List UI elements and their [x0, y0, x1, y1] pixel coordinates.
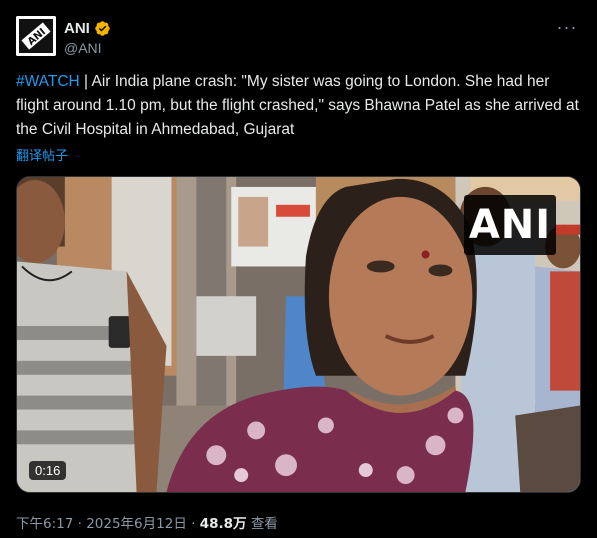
view-count: 48.8万 — [199, 516, 247, 532]
video-player[interactable]: ANI 0:16 — [16, 176, 581, 493]
tweet-text: #WATCH | Air India plane crash: "My sist… — [16, 70, 586, 142]
meta-separator-2: · — [186, 516, 200, 532]
meta-separator: · — [73, 516, 87, 532]
views-label: 查看 — [250, 516, 278, 532]
ani-watermark: ANI — [464, 195, 556, 255]
author-names: ANI @ANI — [64, 18, 111, 56]
tweet: ANI ANI @ANI ··· #WATCH | Air India plan… — [0, 0, 597, 538]
translate-post-link[interactable]: 翻译帖子 — [16, 145, 68, 164]
author-display-name[interactable]: ANI — [64, 20, 90, 37]
avatar[interactable]: ANI — [16, 16, 56, 56]
author-handle[interactable]: @ANI — [64, 40, 111, 56]
verified-badge-icon[interactable] — [94, 20, 111, 37]
tweet-meta: 下午6:17 · 2025年6月12日 · 48.8万 查看 — [16, 512, 278, 532]
tweet-header: ANI ANI @ANI ··· — [16, 14, 581, 58]
post-date[interactable]: 2025年6月12日 — [86, 516, 187, 532]
post-time[interactable]: 下午6:17 — [16, 516, 73, 532]
tweet-body: | Air India plane crash: "My sister was … — [16, 73, 579, 138]
more-options-icon[interactable]: ··· — [555, 18, 579, 40]
video-duration-badge: 0:16 — [29, 461, 67, 480]
ani-logo-icon: ANI — [16, 16, 56, 56]
hashtag-link[interactable]: #WATCH — [16, 73, 80, 90]
